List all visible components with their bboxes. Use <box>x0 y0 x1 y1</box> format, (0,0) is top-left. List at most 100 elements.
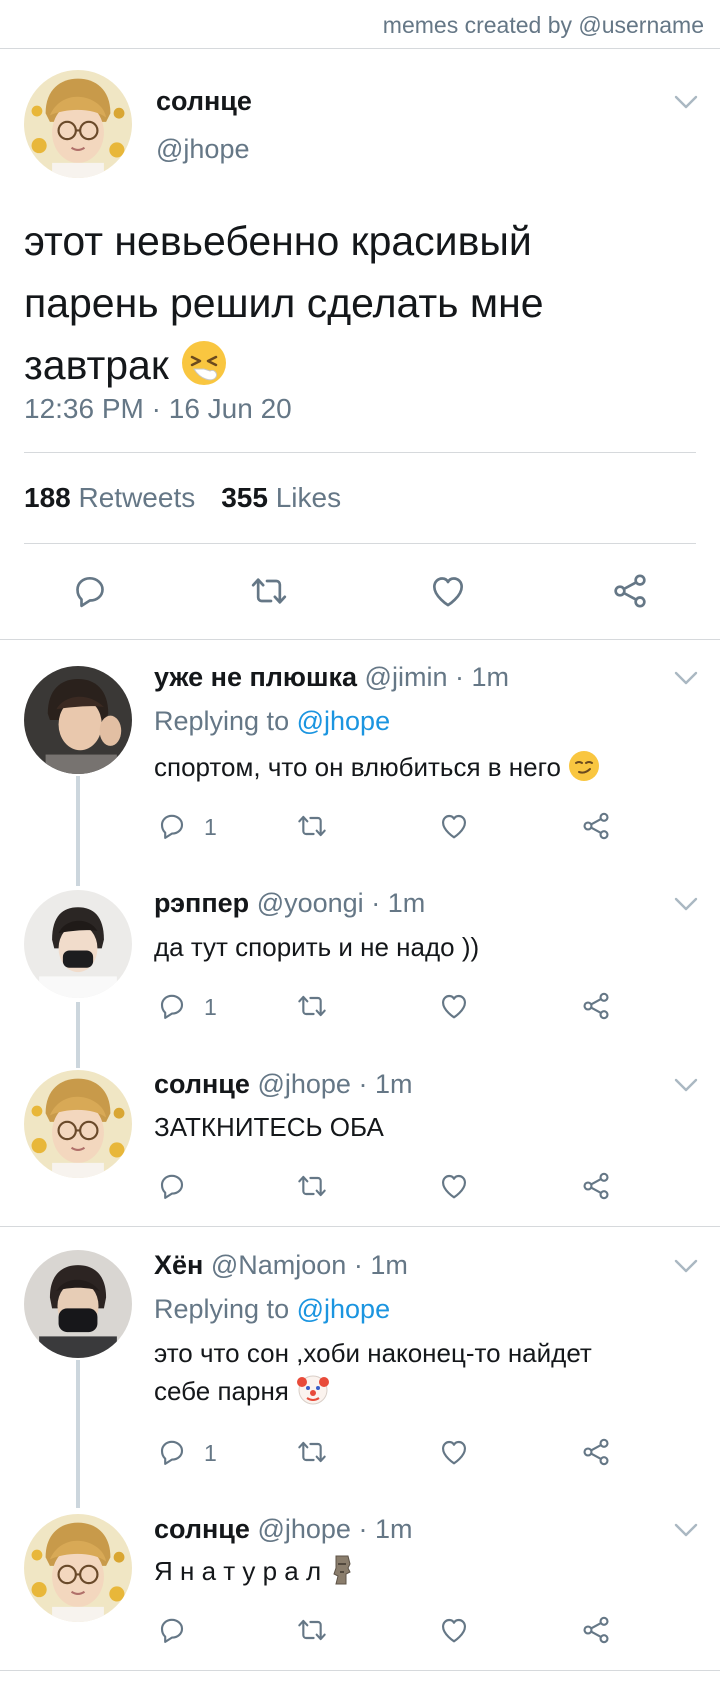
retweet-icon[interactable] <box>296 1436 328 1468</box>
share-icon[interactable] <box>580 1170 612 1202</box>
reply-author-handle[interactable]: @Namjoon <box>211 1250 346 1280</box>
thread-line <box>76 776 80 886</box>
replying-to-mention[interactable]: @jhope <box>297 706 390 736</box>
reply-separator: · <box>353 1250 363 1280</box>
reply-separator: · <box>358 1069 368 1099</box>
reply-time: 1m <box>471 662 510 692</box>
avatar[interactable] <box>24 890 132 998</box>
avatar[interactable] <box>24 1070 132 1178</box>
heart-icon[interactable] <box>438 810 470 842</box>
reply-header: солнце @jhope · 1m <box>154 1069 412 1100</box>
reply-text-line: да тут спорить и не надо )) <box>154 932 480 962</box>
thread-line <box>76 1002 80 1068</box>
watermark: memes created by @username <box>382 12 704 38</box>
chevron-down-icon[interactable] <box>672 94 700 110</box>
share-icon[interactable] <box>580 1436 612 1468</box>
tweet-text-line-part: завтрак <box>24 342 169 388</box>
tweet-time: 12:36 PM <box>24 393 144 424</box>
retweet-icon[interactable] <box>296 810 328 842</box>
reply-bubble-icon[interactable] <box>156 1436 188 1468</box>
replying-to: Replying to @jhope <box>154 706 390 737</box>
heart-icon[interactable] <box>438 1436 470 1468</box>
retweets-label: Retweets <box>78 482 196 513</box>
tweet-stats: 188 Retweets 355 Likes <box>24 482 341 514</box>
reply-header: уже не плюшка @jimin · 1m <box>154 662 509 693</box>
reply-text-line: себе парня <box>154 1376 289 1406</box>
avatar[interactable] <box>24 666 132 774</box>
heart-icon[interactable] <box>438 990 470 1022</box>
reply-separator: · <box>454 662 464 692</box>
reply-text-line: Я н а т у р а л <box>154 1556 322 1586</box>
author-handle[interactable]: @jhope <box>156 134 249 165</box>
share-icon[interactable] <box>580 1614 612 1646</box>
reply-text-line: ЗАТКНИТЕСЬ ОБА <box>154 1112 384 1142</box>
tweet-text: этот невьебенно красивый парень решил сд… <box>24 210 664 404</box>
retweets-stat[interactable]: 188 Retweets <box>24 482 195 513</box>
conversation-divider <box>0 1226 720 1227</box>
tweet-meta-separator: · <box>151 393 169 424</box>
reply-bubble-icon[interactable] <box>156 1614 188 1646</box>
retweets-count: 188 <box>24 482 71 513</box>
likes-stat[interactable]: 355 Likes <box>221 482 341 513</box>
share-icon[interactable] <box>580 990 612 1022</box>
retweet-icon[interactable] <box>296 990 328 1022</box>
header-divider <box>0 48 720 49</box>
reply-author-name[interactable]: уже не плюшка <box>154 662 357 692</box>
bottom-divider <box>0 1670 720 1671</box>
reply-time: 1m <box>374 1514 413 1544</box>
reply-author-name[interactable]: Хён <box>154 1250 203 1280</box>
reply-count: 1 <box>204 814 217 840</box>
avatar[interactable] <box>24 1250 132 1358</box>
tweet-timestamp[interactable]: 12:36 PM · 16 Jun 20 <box>24 393 292 425</box>
reply-separator: · <box>358 1514 368 1544</box>
chevron-down-icon[interactable] <box>672 670 700 686</box>
reply-bubble-icon[interactable] <box>70 571 110 611</box>
reply-author-name[interactable]: солнце <box>154 1069 250 1099</box>
reply-time: 1m <box>374 1069 413 1099</box>
chevron-down-icon[interactable] <box>672 896 700 912</box>
share-icon[interactable] <box>580 810 612 842</box>
replying-to-prefix: Replying to <box>154 706 290 736</box>
reply-author-name[interactable]: рэппер <box>154 888 249 918</box>
reply-time: 1m <box>370 1250 408 1280</box>
replying-to-prefix: Replying to <box>154 1294 290 1324</box>
avatar[interactable] <box>24 70 132 178</box>
tweet-date: 16 Jun 20 <box>168 393 292 424</box>
chevron-down-icon[interactable] <box>672 1258 700 1274</box>
reply-header: рэппер @yoongi · 1m <box>154 888 425 919</box>
share-icon[interactable] <box>610 571 650 611</box>
clown-face-icon <box>296 1372 330 1416</box>
reply-author-handle[interactable]: @yoongi <box>257 888 364 918</box>
chevron-down-icon[interactable] <box>672 1077 700 1093</box>
tweet-text-line: этот невьебенно красивый <box>24 218 532 264</box>
retweet-icon[interactable] <box>296 1614 328 1646</box>
meta-divider <box>24 452 696 453</box>
likes-label: Likes <box>275 482 342 513</box>
reply-count: 1 <box>204 994 217 1020</box>
reply-author-handle[interactable]: @jhope <box>257 1069 350 1099</box>
moai-icon <box>328 1554 356 1596</box>
retweet-icon[interactable] <box>296 1170 328 1202</box>
thread-divider <box>0 639 720 640</box>
reply-bubble-icon[interactable] <box>156 990 188 1022</box>
reply-author-handle[interactable]: @jhope <box>257 1514 350 1544</box>
reply-header: Хён @Namjoon · 1m <box>154 1250 408 1281</box>
heart-icon[interactable] <box>438 1614 470 1646</box>
stats-divider <box>24 543 696 544</box>
likes-count: 355 <box>221 482 268 513</box>
reply-text: да тут спорить и не надо )) <box>154 928 479 966</box>
reply-author-handle[interactable]: @jimin <box>365 662 448 692</box>
smirking-face-icon <box>568 750 600 792</box>
heart-icon[interactable] <box>438 1170 470 1202</box>
heart-icon[interactable] <box>428 571 468 611</box>
reply-bubble-icon[interactable] <box>156 1170 188 1202</box>
reply-header: солнце @jhope · 1m <box>154 1514 412 1545</box>
retweet-icon[interactable] <box>249 571 289 611</box>
reply-author-name[interactable]: солнце <box>154 1514 250 1544</box>
author-name[interactable]: солнце <box>156 86 252 117</box>
reply-count: 1 <box>204 1440 217 1466</box>
chevron-down-icon[interactable] <box>672 1522 700 1538</box>
avatar[interactable] <box>24 1514 132 1622</box>
replying-to-mention[interactable]: @jhope <box>297 1294 390 1324</box>
reply-bubble-icon[interactable] <box>156 810 188 842</box>
